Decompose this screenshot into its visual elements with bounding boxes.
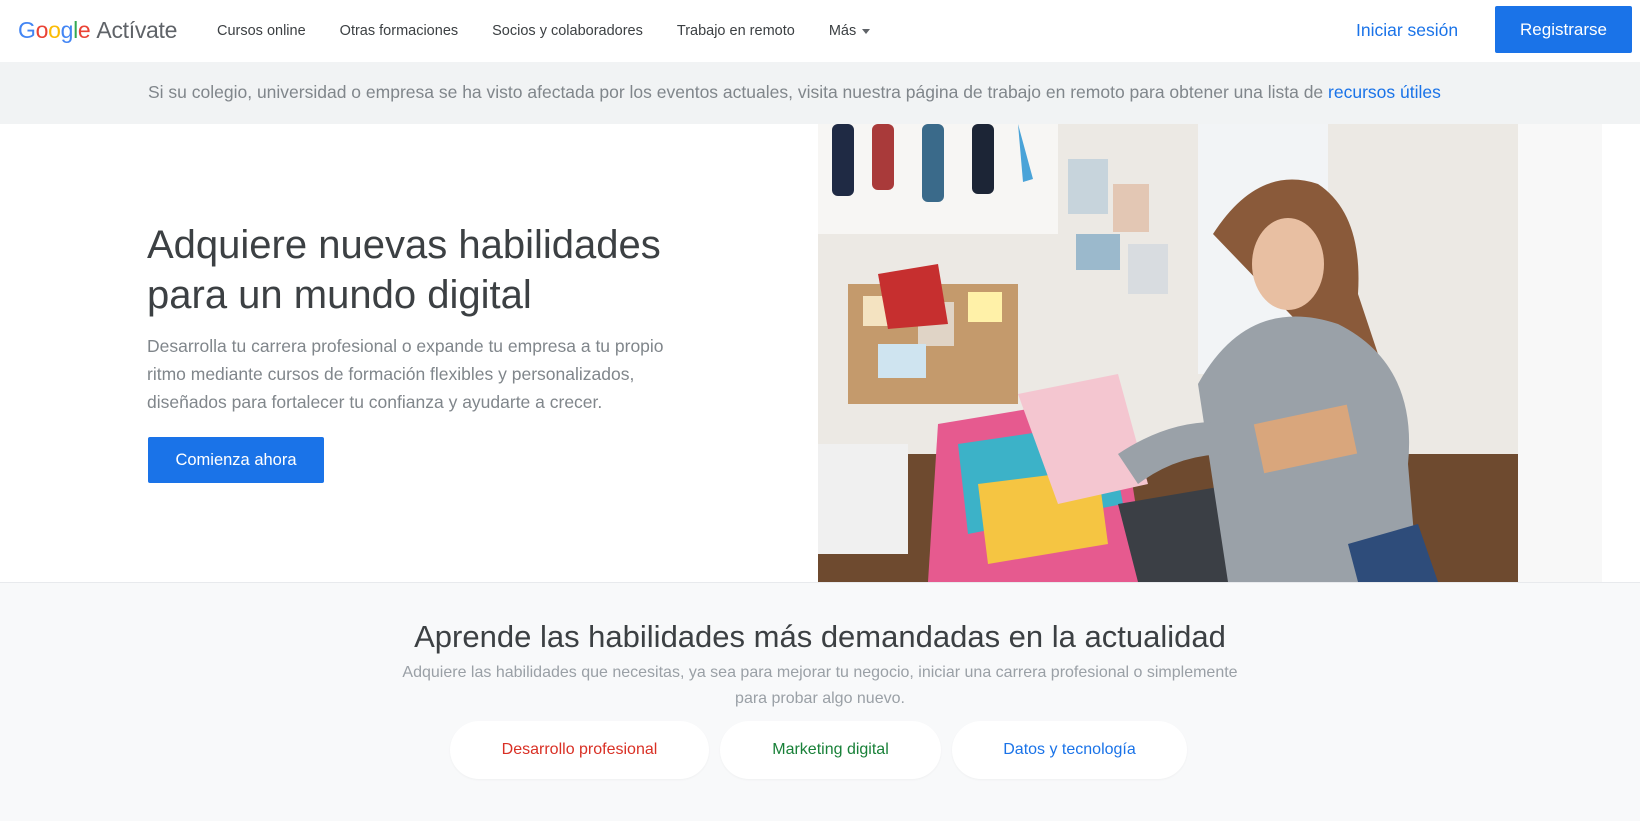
hero-description: Desarrolla tu carrera profesional o expa… (147, 336, 664, 412)
logo-letter-g: G (18, 17, 36, 43)
top-header: Google Actívate Cursos online Otras forma… (0, 0, 1640, 63)
login-link[interactable]: Iniciar sesión (1356, 20, 1458, 41)
skills-title: Aprende las habilidades más demandadas e… (414, 619, 1226, 654)
main-nav: Cursos online Otras formaciones Socios y… (200, 0, 887, 62)
skills-filter-pills: Desarrollo profesional Marketing digital… (450, 721, 1198, 779)
logo-product-name: Actívate (96, 17, 178, 43)
pill-desarrollo-profesional[interactable]: Desarrollo profesional (450, 721, 709, 779)
caret-down-icon (862, 28, 871, 34)
skills-section: Aprende las habilidades más demandadas e… (0, 582, 1640, 821)
nav-item-trabajo-remoto[interactable]: Trabajo en remoto (660, 23, 812, 39)
logo-letter-g: g (60, 17, 74, 43)
notice-message: Si su colegio, universidad o empresa se … (148, 82, 1329, 102)
pill-marketing-digital[interactable]: Marketing digital (720, 721, 941, 779)
logo-letter-o: o (35, 17, 49, 43)
logo-letter-e: e (77, 17, 91, 43)
hero-section: Adquiere nuevas habilidades para un mund… (0, 124, 1640, 582)
hero-title: Adquiere nuevas habilidades para un mund… (147, 223, 661, 317)
skills-description: Adquiere las habilidades que necesitas, … (402, 664, 1238, 707)
hero-photo (818, 124, 1602, 582)
start-now-button[interactable]: Comienza ahora (148, 437, 324, 483)
nav-item-otras-formaciones[interactable]: Otras formaciones (323, 23, 475, 39)
register-button[interactable]: Registrarse (1495, 6, 1632, 53)
pill-datos-tecnologia[interactable]: Datos y tecnología (952, 721, 1187, 779)
notice-banner: Si su colegio, universidad o empresa se … (0, 62, 1640, 124)
nav-item-mas[interactable]: Más (812, 23, 887, 39)
logo-letter-o: o (48, 17, 61, 43)
nav-item-mas-label: Más (828, 23, 857, 39)
nav-item-socios[interactable]: Socios y colaboradores (475, 23, 660, 39)
google-activate-logo[interactable]: Google Actívate (18, 17, 177, 44)
nav-item-cursos-online[interactable]: Cursos online (200, 23, 323, 39)
notice-text: Si su colegio, universidad o empresa se … (148, 82, 1441, 103)
resources-link[interactable]: recursos útiles (1328, 82, 1441, 102)
